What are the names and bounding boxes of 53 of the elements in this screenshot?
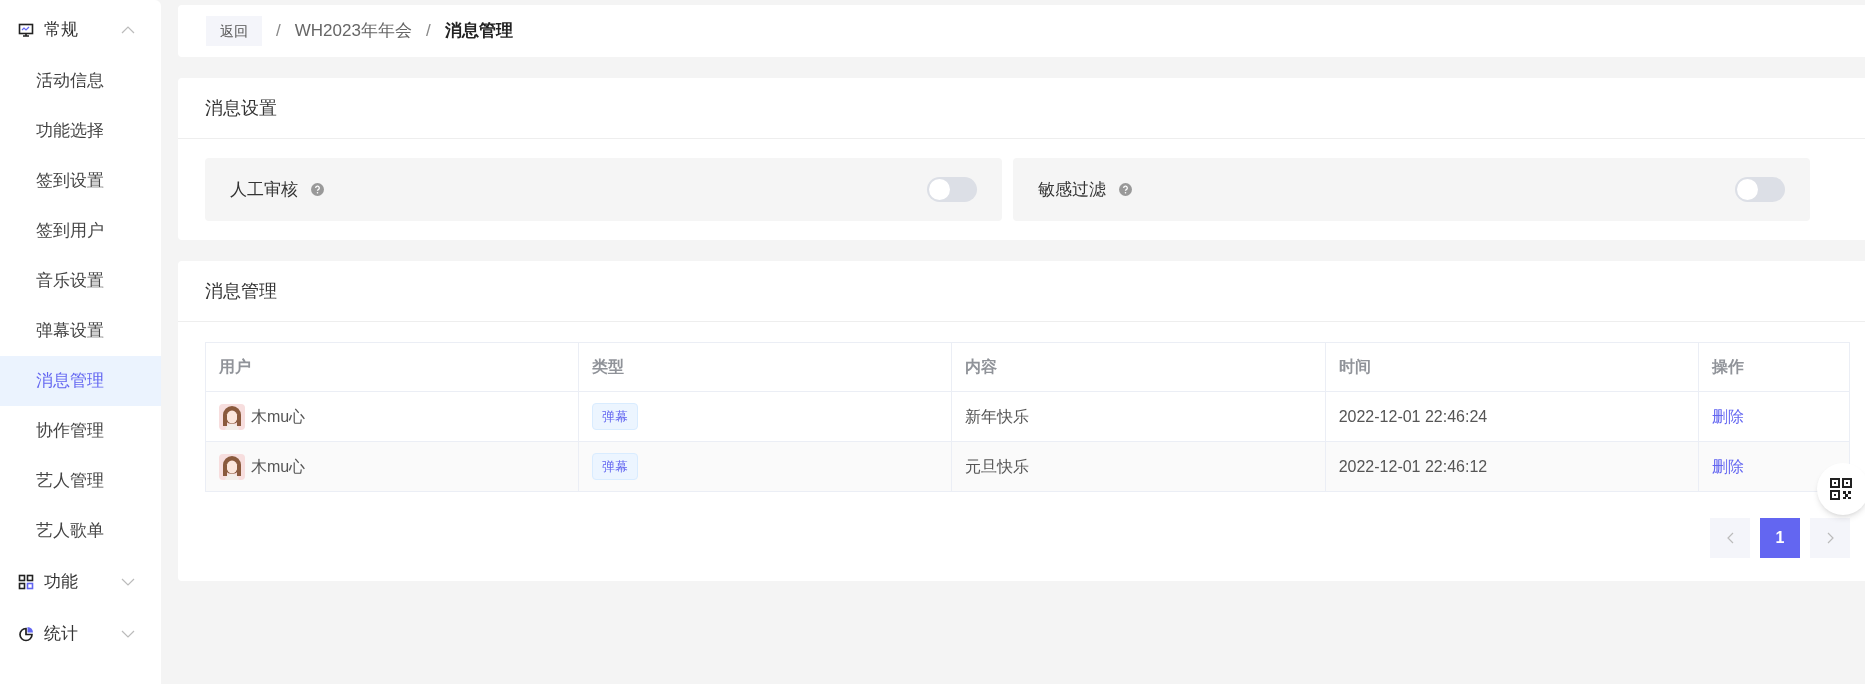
chevron-icon bbox=[121, 630, 135, 638]
column-header: 类型 bbox=[578, 342, 952, 392]
next-page-button[interactable] bbox=[1810, 518, 1850, 558]
user-name: 木mu心 bbox=[251, 406, 306, 427]
column-header: 操作 bbox=[1698, 342, 1850, 392]
table-cell: 2022-12-01 22:46:12 bbox=[1338, 457, 1488, 475]
chevron-left-icon bbox=[1726, 532, 1734, 544]
menu-item[interactable]: 弹幕设置 bbox=[0, 306, 161, 356]
menu-group[interactable]: 功能 bbox=[0, 556, 161, 608]
setting-label: 敏感过滤 bbox=[1038, 178, 1106, 201]
column-header: 时间 bbox=[1325, 342, 1699, 392]
menu-item[interactable]: 音乐设置 bbox=[0, 256, 161, 306]
delete-link[interactable]: 删除 bbox=[1711, 457, 1744, 475]
page-button[interactable]: 1 bbox=[1760, 518, 1800, 558]
type-tag: 弹幕 bbox=[592, 452, 639, 481]
help-icon bbox=[311, 183, 324, 196]
menu-item[interactable]: 签到设置 bbox=[0, 156, 161, 206]
pie-chart-icon bbox=[18, 626, 34, 642]
chevron-icon bbox=[121, 578, 135, 586]
card-title: 消息管理 bbox=[205, 279, 277, 303]
previous-page-button[interactable] bbox=[1710, 518, 1750, 558]
menu-group[interactable]: 常规 bbox=[0, 4, 161, 56]
user-name: 木mu心 bbox=[251, 456, 306, 477]
menu-item[interactable]: 协作管理 bbox=[0, 406, 161, 456]
menu-item[interactable]: 艺人管理 bbox=[0, 456, 161, 506]
menu-item[interactable]: 活动信息 bbox=[0, 56, 161, 106]
menu-group[interactable]: 统计 bbox=[0, 608, 161, 660]
monitor-icon bbox=[18, 22, 34, 38]
menu-item[interactable]: 签到用户 bbox=[0, 206, 161, 256]
breadcrumb-separator: / bbox=[276, 20, 281, 43]
menu-item[interactable]: 功能选择 bbox=[0, 106, 161, 156]
back-button[interactable]: 返回 bbox=[206, 16, 262, 46]
breadcrumb-separator: / bbox=[425, 20, 431, 43]
toggle-switch[interactable] bbox=[927, 177, 977, 202]
menu-item[interactable]: 消息管理 bbox=[0, 356, 161, 406]
column-header: 用户 bbox=[205, 342, 579, 392]
type-tag: 弹幕 bbox=[592, 402, 639, 431]
breadcrumb-item[interactable]: WH2023年年会 bbox=[294, 18, 412, 44]
column-header: 内容 bbox=[951, 342, 1326, 392]
chevron-icon bbox=[121, 26, 135, 34]
grid-icon bbox=[18, 574, 34, 590]
delete-link[interactable]: 删除 bbox=[1711, 407, 1744, 425]
table-cell: 新年快乐 bbox=[965, 407, 1030, 425]
chevron-right-icon bbox=[1826, 532, 1834, 544]
menu-item[interactable]: 艺人歌单 bbox=[0, 506, 161, 556]
card-title: 消息设置 bbox=[205, 96, 277, 120]
table-cell: 元旦快乐 bbox=[965, 457, 1030, 475]
table-cell: 2022-12-01 22:46:24 bbox=[1338, 407, 1488, 425]
setting-label: 人工审核 bbox=[230, 178, 298, 201]
breadcrumb-item: 消息管理 bbox=[444, 20, 513, 43]
help-icon bbox=[1119, 183, 1132, 196]
qr-code-icon bbox=[1829, 477, 1853, 501]
toggle-switch[interactable] bbox=[1735, 177, 1785, 202]
